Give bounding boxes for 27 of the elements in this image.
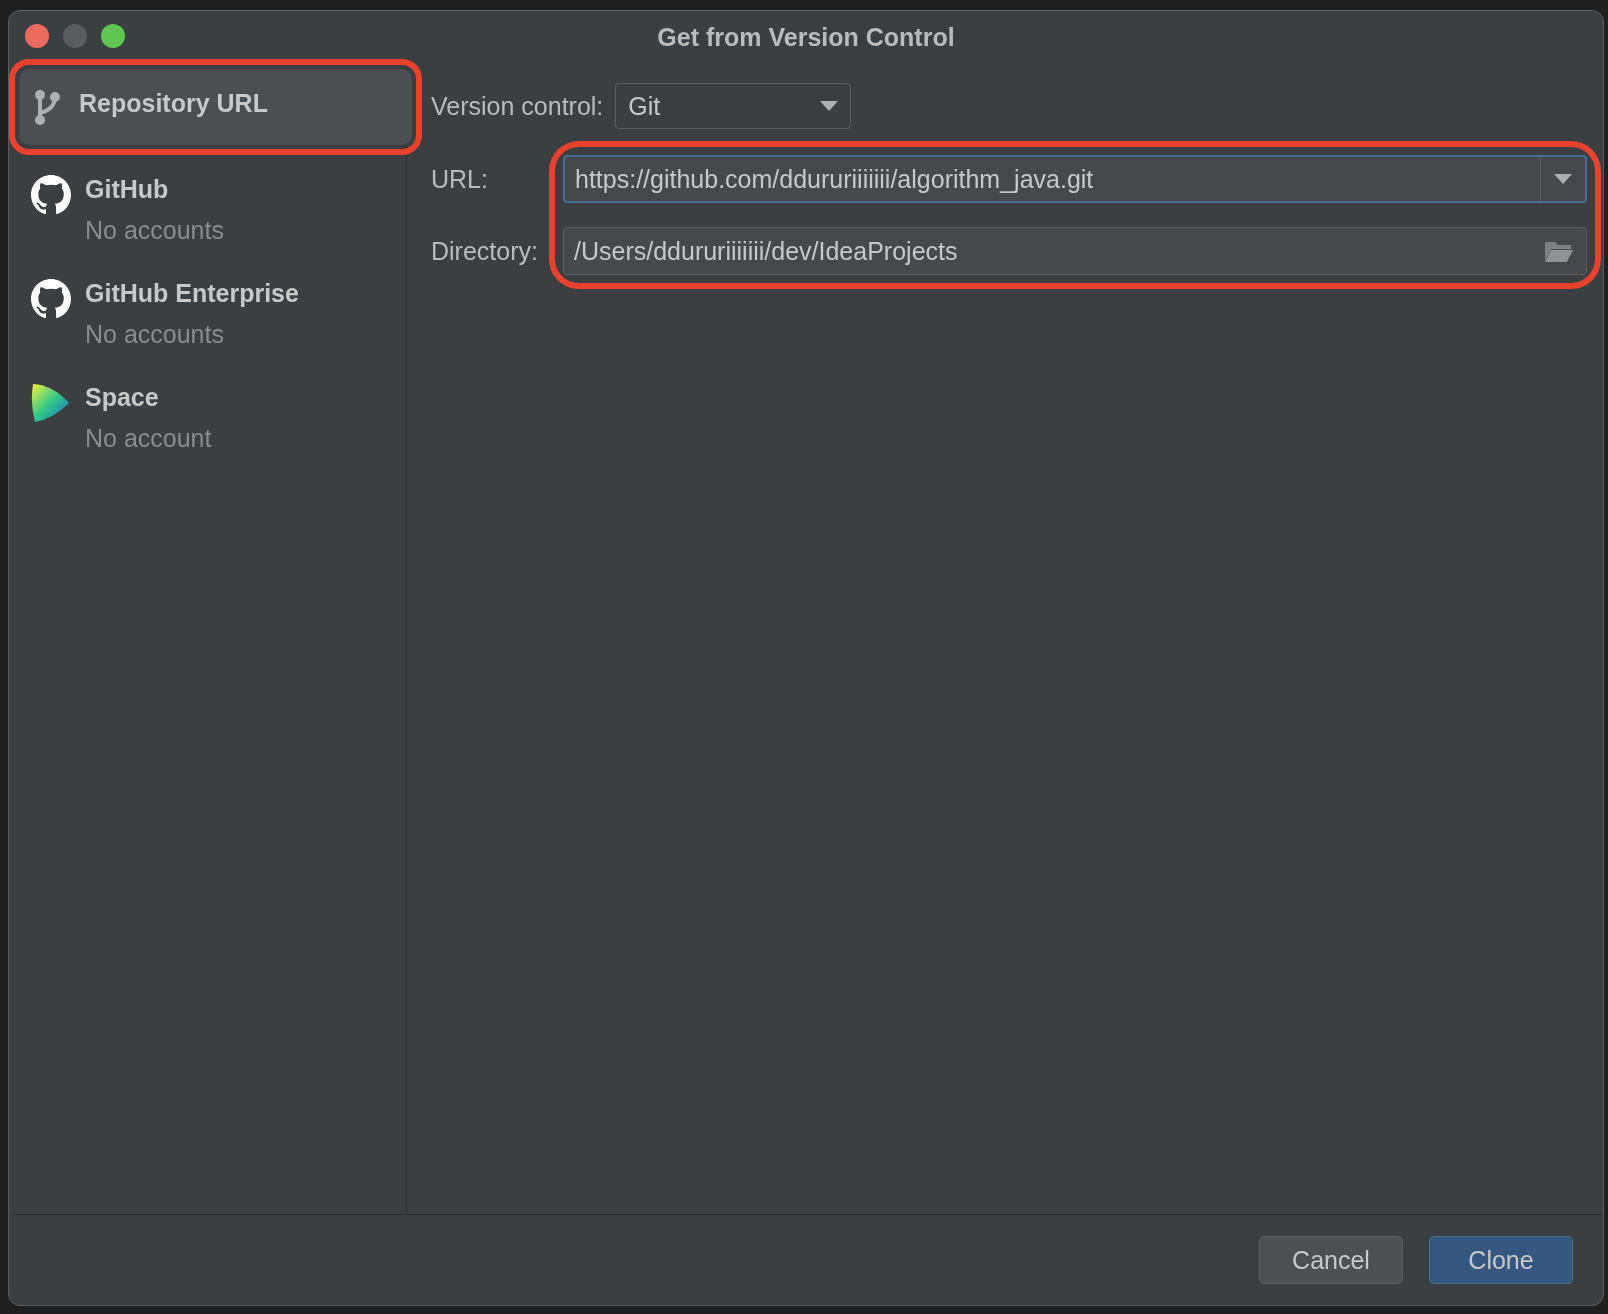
sidebar-item[interactable]: Space No account xyxy=(19,379,412,457)
window-title: Get from Version Control xyxy=(657,23,955,52)
directory-field[interactable]: /Users/ddururiiiiiii/dev/IdeaProjects xyxy=(563,227,1587,275)
folder-icon[interactable] xyxy=(1544,239,1574,263)
item-subtitle: No account xyxy=(85,424,212,453)
version-control-dropdown[interactable]: Git xyxy=(615,83,852,129)
field-label: Version control: xyxy=(431,91,604,121)
octocat-icon xyxy=(31,175,71,215)
field-label: URL: xyxy=(431,164,489,195)
field-label: Directory: xyxy=(431,236,539,267)
octocat-icon xyxy=(31,279,71,319)
close-button[interactable] xyxy=(25,24,49,48)
item-title: GitHub xyxy=(85,175,170,204)
item-subtitle: No accounts xyxy=(85,320,225,349)
zoom-button[interactable] xyxy=(101,24,125,48)
caret-down-icon xyxy=(820,101,839,111)
clone-button[interactable]: Clone xyxy=(1429,1236,1573,1284)
triangle-logo-icon xyxy=(31,383,71,423)
url-field[interactable]: https://github.com/ddururiiiiiii/algorithm_java.git xyxy=(563,155,1587,203)
item-title: Repository URL xyxy=(79,89,268,118)
item-title: Space xyxy=(85,383,160,412)
sidebar-item[interactable]: GitHub Enterprise No accounts xyxy=(19,275,412,353)
cancel-button[interactable]: Cancel xyxy=(1259,1236,1403,1284)
item-title: GitHub Enterprise xyxy=(85,279,299,308)
item-subtitle: No accounts xyxy=(85,216,224,245)
caret-down-icon xyxy=(1554,174,1572,184)
sidebar-item[interactable]: GitHub No accounts xyxy=(19,171,412,249)
